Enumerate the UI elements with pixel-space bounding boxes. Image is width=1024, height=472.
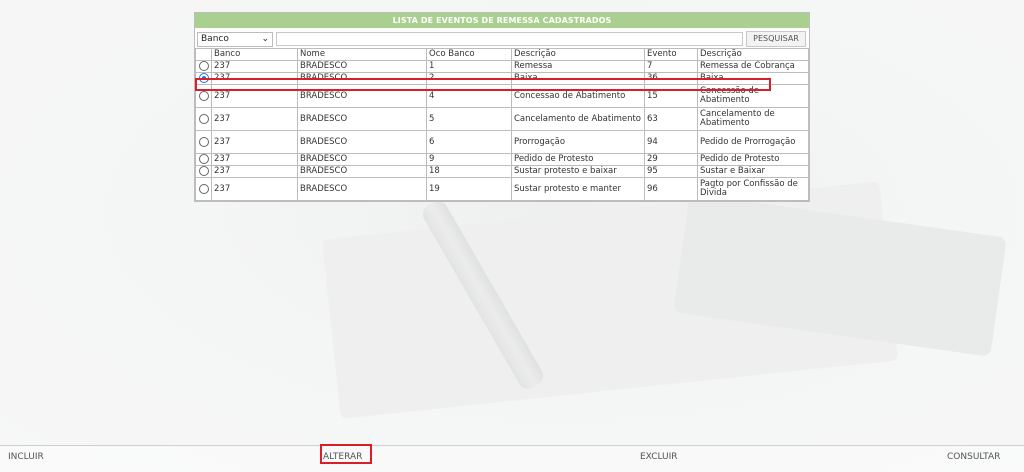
row-radio-cell: [195, 60, 212, 73]
events-table: Banco Nome Oco Banco Descrição Evento De…: [195, 48, 809, 201]
header-descricao: Descrição: [511, 48, 645, 61]
table-row[interactable]: 237 BRADESCO 1 Remessa 7 Remessa de Cobrança: [195, 60, 809, 73]
cell-descricao-evento: Remessa de Cobrança: [697, 60, 809, 73]
cell-nome: BRADESCO: [297, 84, 427, 108]
background-calculator: [673, 193, 1007, 357]
cell-descricao: Baixa: [511, 72, 645, 85]
row-select-radio[interactable]: [198, 154, 209, 165]
row-select-radio[interactable]: [198, 73, 209, 84]
search-bar: Banco ⌄ PESQUISAR: [195, 28, 809, 48]
table-row[interactable]: 237 BRADESCO 19 Sustar protesto e manter 96 P…: [195, 177, 809, 201]
cell-oco-banco: 4: [426, 84, 512, 108]
cell-banco: 237: [211, 177, 298, 201]
cell-descricao-evento: Pagto por Confissão de Divida: [697, 177, 809, 201]
search-button[interactable]: PESQUISAR: [746, 31, 806, 47]
filter-select[interactable]: Banco ⌄: [197, 31, 273, 47]
cell-descricao: Concessao de Abatimento: [511, 84, 645, 108]
search-input[interactable]: [276, 32, 743, 46]
incluir-button[interactable]: INCLUIR: [8, 452, 44, 462]
cell-oco-banco: 5: [426, 107, 512, 131]
row-radio-cell: [195, 165, 212, 178]
cell-nome: BRADESCO: [297, 153, 427, 166]
events-panel: LISTA DE EVENTOS DE REMESSA CADASTRADOS …: [194, 12, 810, 202]
cell-evento: 7: [644, 60, 698, 73]
table-row[interactable]: 237 BRADESCO 18 Sustar protesto e baixar 95 S…: [195, 165, 809, 178]
cell-nome: BRADESCO: [297, 60, 427, 73]
row-select-radio[interactable]: [198, 113, 209, 124]
cell-banco: 237: [211, 84, 298, 108]
table-row[interactable]: 237 BRADESCO 9 Pedido de Protesto 29 Pedido d…: [195, 153, 809, 166]
cell-oco-banco: 19: [426, 177, 512, 201]
cell-banco: 237: [211, 72, 298, 85]
cell-descricao-evento: Sustar e Baixar: [697, 165, 809, 178]
cell-evento: 15: [644, 84, 698, 108]
cell-descricao: Remessa: [511, 60, 645, 73]
cell-banco: 237: [211, 60, 298, 73]
cell-descricao-evento: Cancelamento de Abatimento: [697, 107, 809, 131]
cell-nome: BRADESCO: [297, 107, 427, 131]
panel-title: LISTA DE EVENTOS DE REMESSA CADASTRADOS: [195, 13, 809, 28]
header-evento: Evento: [644, 48, 698, 61]
row-radio-cell: [195, 130, 212, 154]
cell-descricao: Prorrogação: [511, 130, 645, 154]
consultar-button[interactable]: CONSULTAR: [947, 452, 1000, 462]
cell-descricao: Sustar protesto e manter: [511, 177, 645, 201]
cell-oco-banco: 1: [426, 60, 512, 73]
row-select-radio[interactable]: [198, 183, 209, 194]
cell-descricao-evento: Pedido de Protesto: [697, 153, 809, 166]
chevron-down-icon: ⌄: [261, 33, 269, 44]
header-descricao-evento: Descrição: [697, 48, 809, 61]
row-select-radio[interactable]: [198, 90, 209, 101]
cell-banco: 237: [211, 165, 298, 178]
cell-banco: 237: [211, 153, 298, 166]
cell-oco-banco: 18: [426, 165, 512, 178]
cell-evento: 29: [644, 153, 698, 166]
cell-evento: 94: [644, 130, 698, 154]
header-select: [195, 48, 212, 61]
header-oco-banco: Oco Banco: [426, 48, 512, 61]
table-row[interactable]: 237 BRADESCO 6 Prorrogação 94 Pedido de Prorr…: [195, 130, 809, 154]
cell-evento: 95: [644, 165, 698, 178]
footer-toolbar: INCLUIR ALTERAR EXCLUIR CONSULTAR: [0, 445, 1024, 472]
row-radio-cell: [195, 107, 212, 131]
table-row[interactable]: 237 BRADESCO 2 Baixa 36 Baixa: [195, 72, 809, 85]
cell-oco-banco: 9: [426, 153, 512, 166]
cell-nome: BRADESCO: [297, 177, 427, 201]
table-row[interactable]: 237 BRADESCO 5 Cancelamento de Abatimento 63…: [195, 107, 809, 131]
row-select-radio[interactable]: [198, 136, 209, 147]
cell-nome: BRADESCO: [297, 130, 427, 154]
filter-select-value: Banco: [201, 33, 229, 44]
cell-nome: BRADESCO: [297, 72, 427, 85]
header-banco: Banco: [211, 48, 298, 61]
cell-banco: 237: [211, 130, 298, 154]
cell-descricao-evento: Baixa: [697, 72, 809, 85]
alterar-highlight: [320, 444, 372, 464]
header-nome: Nome: [297, 48, 427, 61]
cell-oco-banco: 2: [426, 72, 512, 85]
excluir-button[interactable]: EXCLUIR: [640, 452, 678, 462]
table-row[interactable]: 237 BRADESCO 4 Concessao de Abatimento 15 Con…: [195, 84, 809, 108]
background-paper: [322, 181, 898, 419]
cell-descricao-evento: Pedido de Prorrogação: [697, 130, 809, 154]
background-pen: [419, 197, 547, 393]
cell-descricao: Sustar protesto e baixar: [511, 165, 645, 178]
cell-descricao-evento: Concessão de Abatimento: [697, 84, 809, 108]
row-radio-cell: [195, 177, 212, 201]
cell-descricao: Pedido de Protesto: [511, 153, 645, 166]
row-select-radio[interactable]: [198, 61, 209, 72]
cell-evento: 63: [644, 107, 698, 131]
cell-evento: 96: [644, 177, 698, 201]
row-radio-cell: [195, 84, 212, 108]
cell-evento: 36: [644, 72, 698, 85]
row-select-radio[interactable]: [198, 166, 209, 177]
cell-banco: 237: [211, 107, 298, 131]
row-radio-cell: [195, 72, 212, 85]
row-radio-cell: [195, 153, 212, 166]
cell-nome: BRADESCO: [297, 165, 427, 178]
table-header-row: Banco Nome Oco Banco Descrição Evento De…: [195, 48, 809, 61]
cell-oco-banco: 6: [426, 130, 512, 154]
cell-descricao: Cancelamento de Abatimento: [511, 107, 645, 131]
